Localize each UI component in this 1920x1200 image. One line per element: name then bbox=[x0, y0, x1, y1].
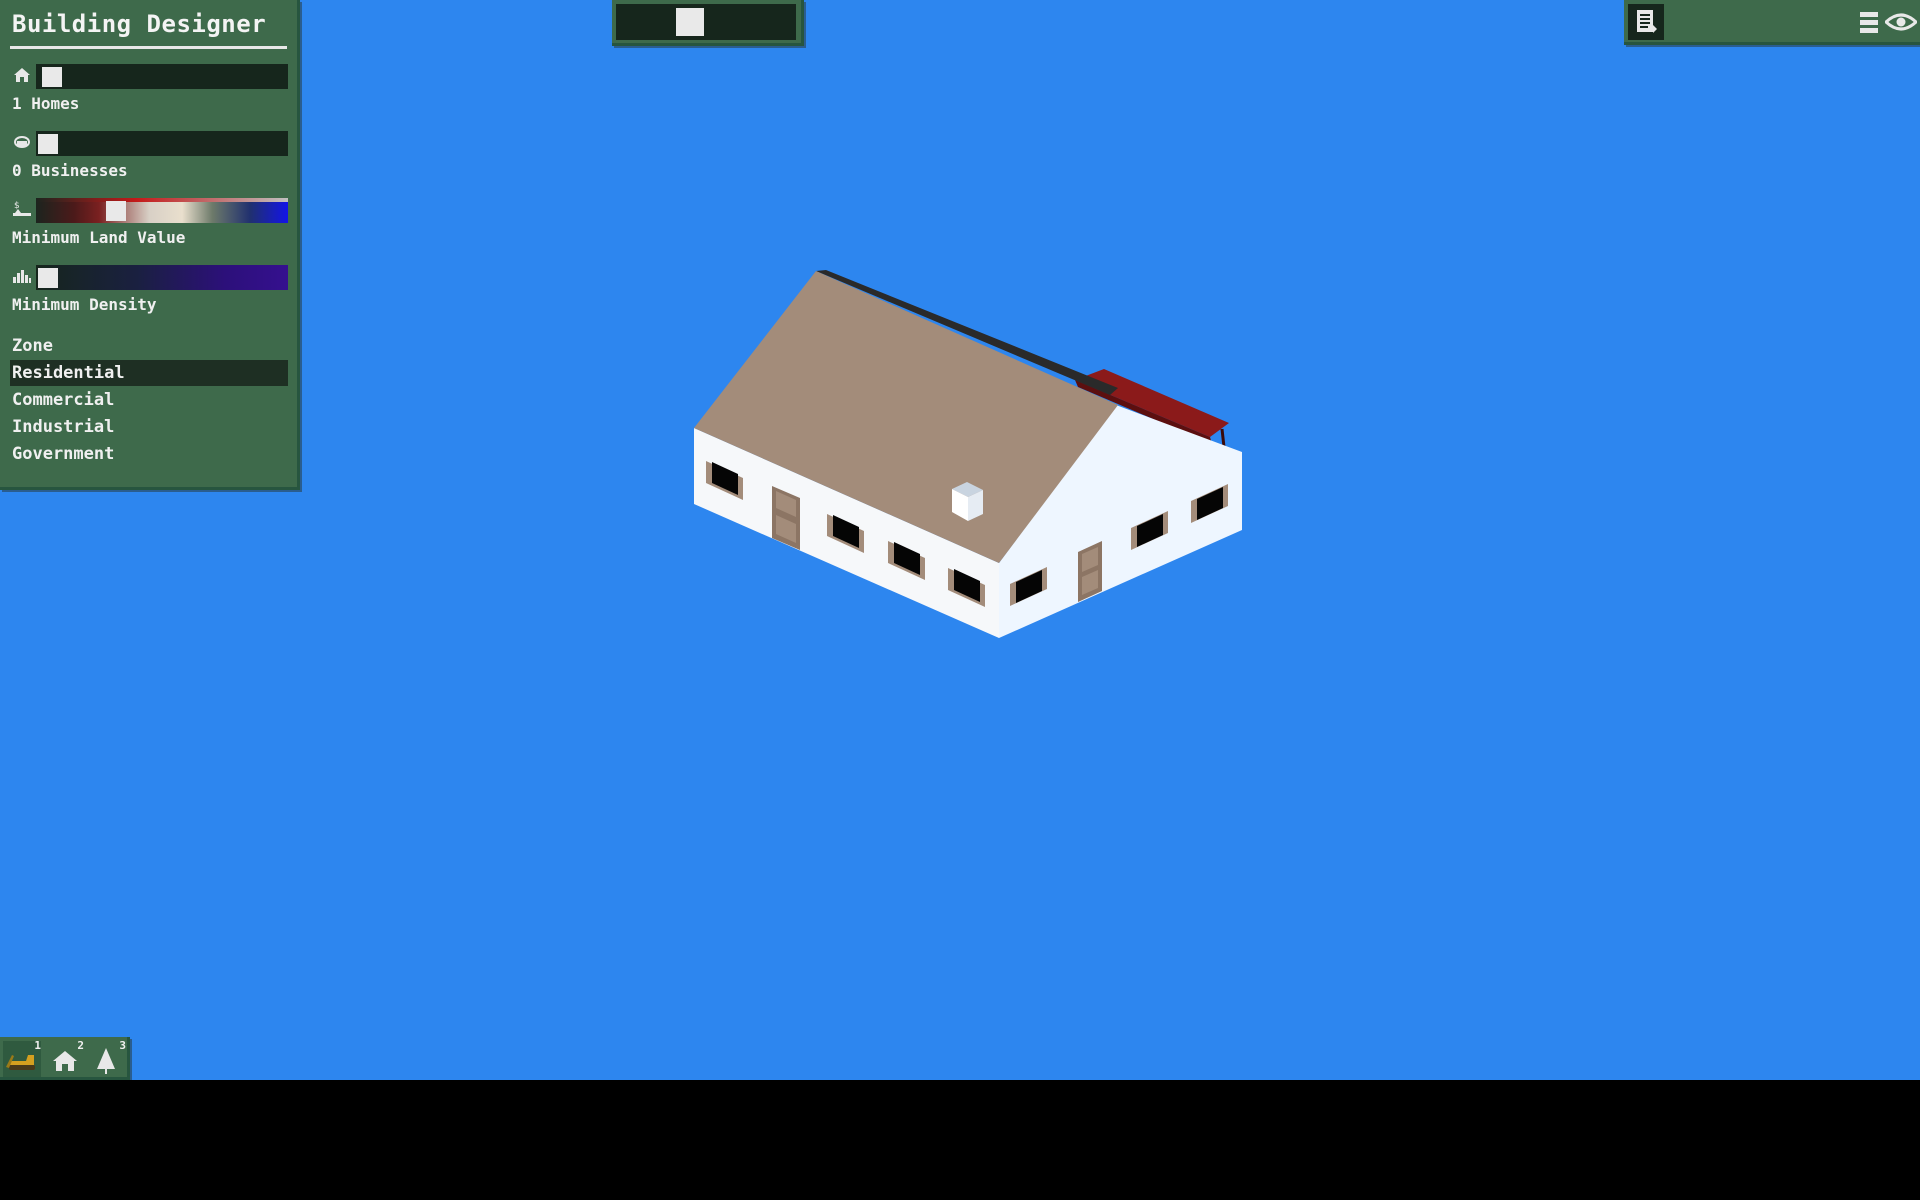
tool-tree[interactable]: 3 bbox=[88, 1039, 126, 1079]
zone-residential[interactable]: Residential bbox=[10, 360, 288, 386]
hotkey-1: 1 bbox=[34, 1039, 41, 1052]
land-value-icon: $ bbox=[12, 198, 32, 220]
density-slider-thumb[interactable] bbox=[38, 268, 58, 288]
density-icon bbox=[12, 265, 32, 287]
svg-text:$: $ bbox=[14, 201, 20, 211]
house-icon bbox=[52, 1049, 78, 1077]
tool-tray: 1 2 3 bbox=[0, 1037, 130, 1080]
land-value-slider-thumb[interactable] bbox=[106, 201, 126, 221]
zone-commercial[interactable]: Commercial bbox=[10, 387, 288, 413]
businesses-slider-thumb[interactable] bbox=[38, 134, 58, 154]
panel-title: Building Designer bbox=[10, 8, 287, 49]
hotkey-3: 3 bbox=[119, 1039, 126, 1052]
homes-slider[interactable] bbox=[36, 64, 288, 89]
top-right-toolbar bbox=[1624, 0, 1920, 45]
homes-slider-thumb[interactable] bbox=[42, 67, 62, 87]
zone-industrial[interactable]: Industrial bbox=[10, 414, 288, 440]
menu-icon[interactable] bbox=[1856, 8, 1882, 36]
briefcase-icon bbox=[12, 131, 32, 153]
game-viewport[interactable]: Building Designer 1 Homes 0 Businesses $ bbox=[0, 0, 1920, 1080]
zone-heading: Zone bbox=[12, 336, 53, 356]
tool-bulldozer[interactable]: 1 bbox=[3, 1039, 41, 1077]
document-icon[interactable] bbox=[1628, 4, 1664, 40]
hotkey-2: 2 bbox=[77, 1039, 84, 1052]
bottom-black-bar bbox=[0, 1080, 1920, 1200]
top-slider-panel bbox=[612, 0, 804, 46]
home-icon bbox=[12, 64, 32, 86]
businesses-label: 0 Businesses bbox=[12, 161, 128, 180]
land-value-label: Minimum Land Value bbox=[12, 228, 186, 247]
land-value-slider[interactable] bbox=[36, 198, 288, 223]
homes-label: 1 Homes bbox=[12, 94, 80, 113]
top-slider-thumb[interactable] bbox=[676, 8, 704, 36]
tool-house[interactable]: 2 bbox=[46, 1039, 84, 1077]
awning-post bbox=[1220, 428, 1226, 448]
tree-icon bbox=[94, 1047, 118, 1079]
density-slider[interactable] bbox=[36, 265, 288, 290]
businesses-slider[interactable] bbox=[36, 131, 288, 156]
building-designer-panel: Building Designer 1 Homes 0 Businesses $ bbox=[0, 0, 300, 490]
eye-icon[interactable] bbox=[1884, 8, 1918, 36]
zone-government[interactable]: Government bbox=[10, 441, 288, 467]
density-label: Minimum Density bbox=[12, 295, 157, 314]
top-slider[interactable] bbox=[616, 4, 796, 40]
